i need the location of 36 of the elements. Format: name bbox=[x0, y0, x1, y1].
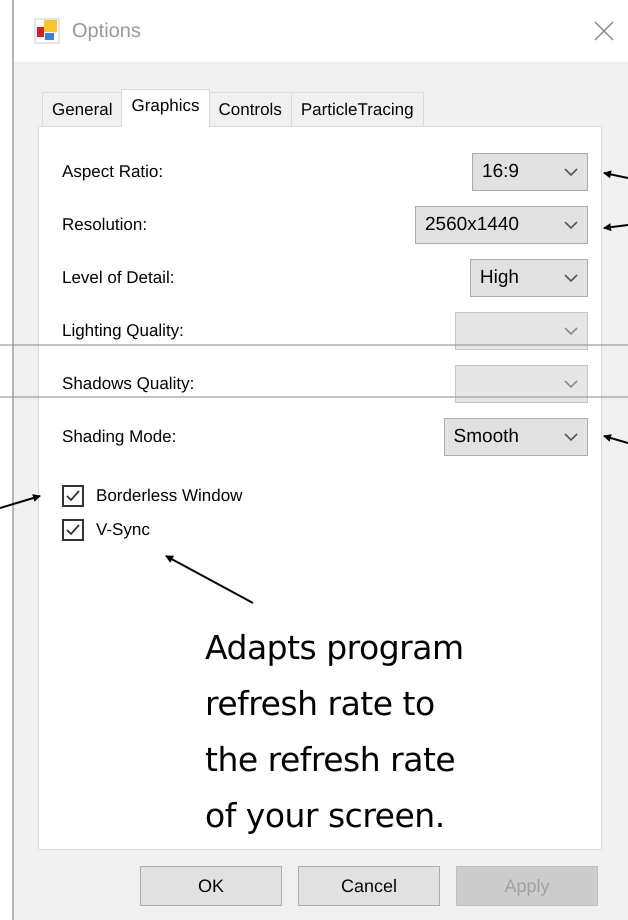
setting-label: Shadows Quality: bbox=[62, 374, 194, 394]
app-icon bbox=[34, 18, 60, 44]
checkbox[interactable] bbox=[62, 519, 84, 541]
setting-label: Aspect Ratio: bbox=[62, 162, 164, 182]
annotation-arrow bbox=[603, 170, 628, 179]
annotation-arrow bbox=[0, 494, 41, 509]
chevron-icon bbox=[563, 378, 579, 388]
chevron-icon bbox=[563, 432, 579, 442]
dropdown[interactable]: Smooth bbox=[444, 418, 588, 456]
chevron-icon bbox=[563, 326, 579, 336]
chevron-icon bbox=[563, 272, 579, 282]
tab[interactable]: ParticleTracing bbox=[290, 92, 424, 126]
dialog-button[interactable]: Cancel bbox=[298, 866, 440, 906]
tab[interactable]: Graphics bbox=[121, 89, 210, 127]
window-title: Options bbox=[72, 20, 142, 42]
annotation-arrow bbox=[603, 434, 628, 444]
dropdown[interactable]: 16:9 bbox=[472, 152, 588, 190]
checkbox[interactable] bbox=[62, 485, 84, 507]
setting-label: Level of Detail: bbox=[62, 268, 174, 288]
dialog-button[interactable]: OK bbox=[140, 866, 282, 906]
checkbox-label: Borderless Window bbox=[96, 486, 242, 506]
setting-label: Lighting Quality: bbox=[62, 320, 184, 340]
chevron-icon bbox=[563, 220, 579, 230]
close-button[interactable] bbox=[592, 19, 616, 43]
check-icon bbox=[65, 489, 81, 503]
tab[interactable]: General bbox=[42, 92, 122, 126]
annotation-text: Adapts program refresh rate to the refresh rate of your screen. bbox=[205, 627, 464, 837]
dropdown[interactable]: High bbox=[470, 258, 588, 296]
annotation-arrow bbox=[603, 223, 628, 232]
check-icon bbox=[65, 523, 81, 537]
dropdown[interactable]: 2560x1440 bbox=[414, 206, 588, 244]
checkbox-label: V-Sync bbox=[96, 520, 150, 540]
setting-label: Resolution: bbox=[62, 214, 148, 234]
chevron-icon bbox=[563, 166, 579, 176]
setting-label: Shading Mode: bbox=[62, 426, 176, 446]
close-icon bbox=[592, 19, 616, 43]
